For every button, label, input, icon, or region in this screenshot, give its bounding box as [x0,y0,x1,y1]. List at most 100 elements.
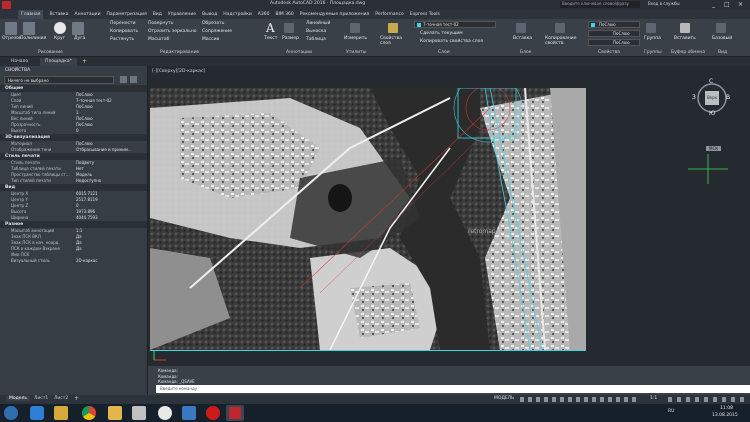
property-section-header[interactable]: 3D-визуализация [0,134,147,141]
ribbon-tab-manage[interactable]: Управление [168,10,196,19]
panel-properties-label[interactable]: Свойства [598,50,620,55]
tool-copy[interactable]: Копировать [110,29,138,34]
base-view-icon[interactable] [716,23,726,33]
quick-select-icon[interactable] [120,76,127,83]
status-toggles[interactable] [520,397,640,402]
taskbar-app-icon[interactable] [132,406,146,420]
model-space-button[interactable]: МОДЕЛЬ [494,396,514,401]
paste-icon[interactable] [680,23,690,33]
viewcube-west[interactable]: З [692,94,696,101]
wcs-menu[interactable]: МСК [706,146,722,151]
viewport-controls[interactable]: [-][Сверху][2D-каркас] [152,69,205,74]
viewcube-face[interactable]: Верх [705,91,719,105]
lineweight-dropdown[interactable]: ПоСлою [588,39,640,46]
panel-modify-label[interactable]: Редактирование [160,50,199,55]
layout-tab-sheet2[interactable]: Лист2 [54,396,68,401]
polyline-tool-icon[interactable] [23,22,35,35]
panel-view-label[interactable]: Вид [718,50,727,55]
arc-tool-icon[interactable] [72,22,84,35]
tool-text[interactable]: Текст [264,36,277,41]
panel-utilities-label[interactable]: Утилиты [346,50,366,55]
tool-match-layer[interactable]: Копировать свойства слоя [420,39,483,44]
viewcube-south[interactable]: Ю [709,110,715,117]
ribbon-tab-output[interactable]: Вывод [202,10,217,19]
linetype-dropdown[interactable]: ПоСлою [588,30,640,37]
taskbar-ie-icon[interactable] [30,406,44,420]
tool-leader[interactable]: Выноска [306,29,326,34]
file-tab-drawing[interactable]: Площадка* [40,58,77,66]
ribbon-tab-insert[interactable]: Вставка [49,10,68,19]
ribbon-tab-a360[interactable]: A360 [258,10,270,19]
property-section-header[interactable]: Вид [0,184,147,191]
command-input[interactable]: Введите команду [156,385,750,393]
ribbon-tab-view[interactable]: Вид [153,10,162,19]
tool-rotate[interactable]: Повернуть [148,21,173,26]
viewcube-east[interactable]: В [726,94,730,101]
aerial-image[interactable]: retromap [150,88,586,350]
tool-arc[interactable]: Дуга [74,36,85,41]
panel-layers-label[interactable]: Слои [438,50,450,55]
tool-mirror[interactable]: Отразить зеркально [148,29,197,34]
ribbon-tab-express-tools[interactable]: Express Tools [410,10,440,19]
property-section-header[interactable]: Общие [0,85,147,92]
tool-line[interactable]: Отрезок [2,36,22,41]
panel-annotation-label[interactable]: Аннотации [286,50,312,55]
color-dropdown[interactable]: ПоСлою [588,21,640,28]
line-tool-icon[interactable] [5,22,17,35]
property-value[interactable]: Недоступно [76,178,146,184]
panel-clipboard-label[interactable]: Буфер обмена [671,50,705,55]
tool-fillet[interactable]: Сопряжение [202,29,232,34]
panel-block-label[interactable]: Блок [520,50,531,55]
minimize-icon[interactable]: _ [712,1,715,8]
tool-measure[interactable]: Измерить [344,36,367,41]
dimension-tool-icon[interactable] [284,23,294,33]
ribbon-tab-annotate[interactable]: Аннотации [75,10,101,19]
tool-group[interactable]: Группа [644,36,661,41]
taskbar-autocad-icon[interactable] [226,405,244,421]
layer-dropdown[interactable]: 7-точная тест-02 [414,21,496,28]
match-properties-icon[interactable] [555,23,565,33]
language-indicator[interactable]: RU [668,409,674,414]
taskbar-explorer-icon[interactable] [54,406,68,420]
group-icon[interactable] [646,23,656,33]
ribbon-tab-featured-apps[interactable]: Рекомендуемые приложения [300,10,370,19]
tool-scale[interactable]: Масштаб [148,37,169,42]
add-layout-icon[interactable]: + [74,395,79,402]
tool-table[interactable]: Таблица [306,37,326,42]
panel-groups-label[interactable]: Группы [644,50,662,55]
status-tools[interactable] [668,397,744,402]
property-value[interactable]: 4044.7593 [76,215,146,221]
annotation-scale[interactable]: 1:1 [650,396,657,401]
ribbon-tab-home[interactable]: Главная [18,10,44,19]
ribbon-tab-addins[interactable]: Надстройки [223,10,252,19]
tool-array[interactable]: Массив [202,37,219,42]
tool-stretch[interactable]: Растянуть [110,37,134,42]
viewcube-north[interactable]: С [709,78,713,85]
layout-tab-sheet1[interactable]: Лист1 [34,396,48,401]
start-button[interactable] [4,406,18,420]
tool-move[interactable]: Перенести [110,21,136,26]
new-tab-icon[interactable]: + [82,58,87,65]
ribbon-tab-parametric[interactable]: Параметризация [107,10,147,19]
tool-base[interactable]: Базовый [712,36,732,41]
circle-tool-icon[interactable] [54,22,66,34]
app-menu-button[interactable] [2,1,11,9]
tool-dimension[interactable]: Размер [282,36,299,41]
layout-tab-model[interactable]: Модель [6,396,31,401]
viewcube[interactable]: Верх С Ю З В [692,78,730,117]
panel-draw-label[interactable]: Рисование [38,50,63,55]
clock-time[interactable]: 11:08 [720,406,733,411]
property-row[interactable]: Визуальный стиль 2D-каркас [0,258,147,264]
tool-insert[interactable]: Вставка [513,36,532,41]
taskbar-chrome-icon[interactable] [82,406,96,420]
tool-trim[interactable]: Обрезать [202,21,224,26]
ribbon-tab-bim360[interactable]: BIM 360 [275,10,293,19]
signin-button[interactable]: Вход в службы [648,1,680,6]
tool-circle[interactable]: Круг [54,36,65,41]
property-value[interactable]: 2D-каркас [76,258,146,264]
tool-make-current[interactable]: Сделать текущим [420,31,463,36]
select-objects-icon[interactable] [130,76,137,83]
property-value[interactable]: Отбрасывание и приним... [76,147,146,153]
taskbar-yandex-icon[interactable] [158,406,172,420]
tool-linear[interactable]: Линейный [306,21,330,26]
